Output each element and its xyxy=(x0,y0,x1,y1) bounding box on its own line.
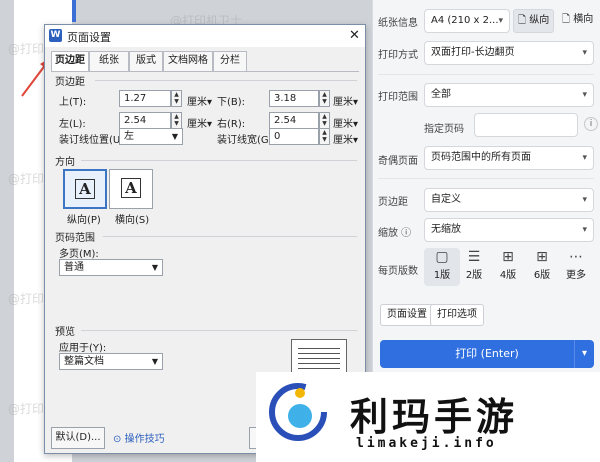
landscape-label: 横向(S) xyxy=(115,215,150,226)
landscape-option[interactable]: A xyxy=(109,169,153,209)
bottom-margin-input[interactable]: 3.18 xyxy=(269,90,319,107)
page-icon: 🗋 xyxy=(518,15,527,26)
logo-url: limakeji.info xyxy=(356,436,497,451)
unit-select[interactable]: 厘米▾ xyxy=(187,93,212,108)
group-line xyxy=(81,160,357,161)
info-icon: i xyxy=(584,117,598,131)
apply-to-select[interactable]: 整篇文档 ▼ xyxy=(59,353,163,370)
print-button[interactable]: 打印 (Enter) xyxy=(380,340,594,368)
left-margin-label: 左(L): xyxy=(59,119,86,130)
apply-to-label: 应用于(Y): xyxy=(59,343,107,354)
multi-pages-select[interactable]: 普通 ▼ xyxy=(59,259,163,276)
tab-layout[interactable]: 版式 xyxy=(129,51,163,71)
margin-select[interactable]: 自定义 ▾ xyxy=(424,188,594,212)
group-line xyxy=(81,330,357,331)
dialog-title: 页面设置 xyxy=(67,31,111,44)
preview-group-title: 预览 xyxy=(55,327,75,338)
gutter-width-spinner[interactable]: ▲ ▼ xyxy=(319,128,330,145)
single-page-icon: ▢ xyxy=(435,249,449,265)
portrait-label: 纵向(P) xyxy=(67,215,101,226)
divider xyxy=(378,74,594,75)
four-pages-icon: ⊞ xyxy=(502,249,514,265)
pages-input[interactable] xyxy=(474,113,578,137)
tab-margins[interactable]: 页边距 xyxy=(51,51,89,72)
unit-select[interactable]: 厘米▾ xyxy=(333,115,358,130)
pages-label: 指定页码 xyxy=(424,124,464,135)
bottom-margin-label: 下(B): xyxy=(217,97,246,108)
gutter-position-label: 装订线位置(U): xyxy=(59,135,128,146)
pps-6-option[interactable]: ⊞ 6版 xyxy=(524,248,560,286)
group-line xyxy=(95,80,357,81)
bottom-margin-spinner[interactable]: ▲ ▼ xyxy=(319,90,330,107)
pps-label: 每页版数 xyxy=(378,266,418,277)
left-margin-spinner[interactable]: ▲ ▼ xyxy=(171,112,182,129)
top-margin-spinner[interactable]: ▲ ▼ xyxy=(171,90,182,107)
top-margin-input[interactable]: 1.27 xyxy=(119,90,171,107)
play-icon: ⊙ xyxy=(113,434,122,445)
scale-select[interactable]: 无缩放 ▾ xyxy=(424,218,594,242)
logo-icon xyxy=(269,383,327,441)
unit-select[interactable]: 厘米▾ xyxy=(333,131,358,146)
oddeven-select[interactable]: 页码范围中的所有页面 ▾ xyxy=(424,146,594,170)
pps-more-option[interactable]: ⋯ 更多 xyxy=(558,248,594,286)
pps-1-option[interactable]: ▢ 1版 xyxy=(424,248,460,286)
close-icon[interactable]: ✕ xyxy=(349,28,360,43)
two-pages-icon: ☰ xyxy=(467,249,481,265)
scale-label: 缩放 ⓘ xyxy=(378,228,412,239)
landscape-button[interactable]: 🗋 横向 xyxy=(558,9,597,33)
unit-select[interactable]: 厘米▾ xyxy=(333,93,358,108)
default-button[interactable]: 默认(D)... xyxy=(51,427,105,449)
gutter-width-input[interactable]: 0 xyxy=(269,128,319,145)
unit-select[interactable]: 厘米▾ xyxy=(187,115,212,130)
landscape-icon: A xyxy=(121,178,141,198)
more-icon: ⋯ xyxy=(569,249,583,265)
tab-columns[interactable]: 分栏 xyxy=(213,51,247,71)
pps-2-option[interactable]: ☰ 2版 xyxy=(456,248,492,286)
tab-divider xyxy=(51,71,359,72)
paper-select[interactable]: A4 (210 x 2... ▾ xyxy=(424,9,510,33)
pps-4-option[interactable]: ⊞ 4版 xyxy=(490,248,526,286)
wps-writer-icon: W xyxy=(49,29,62,42)
six-pages-icon: ⊞ xyxy=(536,249,548,265)
oddeven-label: 奇偶页面 xyxy=(378,156,418,167)
divider xyxy=(378,178,594,179)
margins-group-title: 页边距 xyxy=(55,77,85,88)
top-margin-label: 上(T): xyxy=(59,97,87,108)
tips-link[interactable]: ⊙ 操作技巧 xyxy=(113,430,165,445)
margin-label: 页边距 xyxy=(378,197,408,208)
paper-label: 纸张信息 xyxy=(378,18,418,29)
page-landscape-icon: 🗋 xyxy=(562,14,571,25)
pages-group-title: 页码范围 xyxy=(55,233,95,244)
print-options-button[interactable]: 打印选项 xyxy=(430,304,484,326)
portrait-button[interactable]: 🗋 纵向 xyxy=(513,9,555,33)
right-margin-input[interactable]: 2.54 xyxy=(269,112,319,129)
portrait-icon: A xyxy=(75,179,95,199)
document-cursor xyxy=(72,0,76,22)
right-margin-spinner[interactable]: ▲ ▼ xyxy=(319,112,330,129)
gutter-position-select[interactable]: 左 ▼ xyxy=(119,128,183,145)
right-margin-label: 右(R): xyxy=(217,119,246,130)
multi-pages-label: 多页(M): xyxy=(59,249,99,260)
range-label: 打印范围 xyxy=(378,92,418,103)
logo-text: 利玛手游 xyxy=(350,395,519,439)
group-line xyxy=(103,236,357,237)
portrait-option[interactable]: A xyxy=(63,169,107,209)
tab-doc-grid[interactable]: 文档网格 xyxy=(163,51,213,71)
tab-paper[interactable]: 纸张 xyxy=(89,51,129,71)
print-dropdown-button[interactable]: ▾ xyxy=(574,340,594,368)
range-select[interactable]: 全部 ▾ xyxy=(424,83,594,107)
mode-label: 打印方式 xyxy=(378,50,418,61)
gutter-width-label: 装订线宽(G): xyxy=(217,135,276,146)
orientation-group-title: 方向 xyxy=(55,157,75,168)
mode-select[interactable]: 双面打印-长边翻页 ▾ xyxy=(424,41,594,65)
left-margin-input[interactable]: 2.54 xyxy=(119,112,171,129)
page-setup-button[interactable]: 页面设置 xyxy=(380,304,434,326)
